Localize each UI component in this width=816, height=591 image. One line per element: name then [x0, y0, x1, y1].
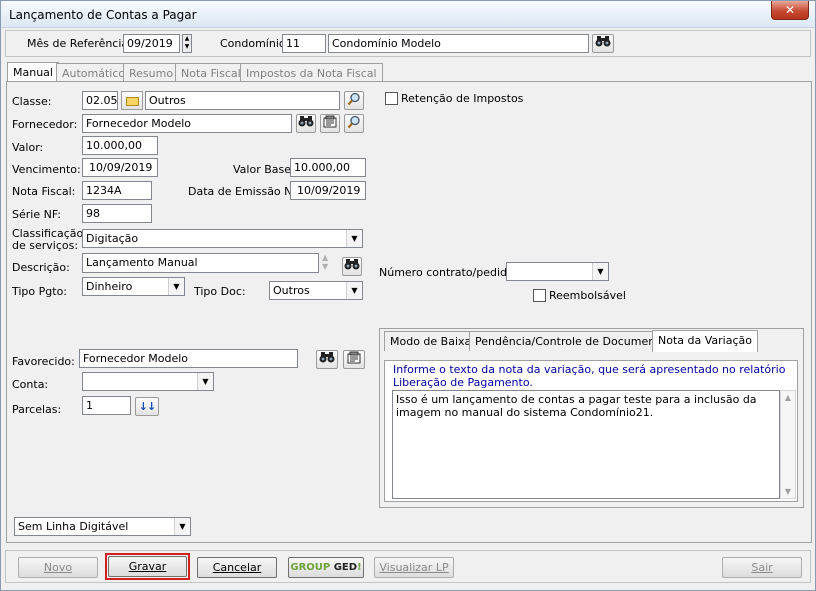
- tab-pendencia-controle[interactable]: Pendência/Controle de Documentos: [469, 331, 678, 351]
- descricao-scroll-icon[interactable]: ▲ ▼: [322, 253, 328, 271]
- fornecedor-input[interactable]: Fornecedor Modelo: [82, 114, 292, 133]
- tipo-pgto-label: Tipo Pgto:: [12, 285, 68, 298]
- fornecedor-magnifier-icon[interactable]: [344, 114, 364, 133]
- scroll-down-icon[interactable]: ▼: [781, 487, 795, 496]
- condominio-label: Condomínio:: [220, 37, 290, 50]
- tipo-pgto-select[interactable]: Dinheiro ▼: [82, 277, 185, 296]
- mes-referencia-spinner[interactable]: ▲ ▼: [182, 34, 192, 53]
- classe-name-input[interactable]: Outros: [145, 91, 340, 110]
- valor-base-input[interactable]: 10.000,00: [290, 158, 366, 177]
- tab-nota-fiscal[interactable]: Nota Fiscal: [175, 63, 247, 83]
- chevron-down-icon: ▼: [197, 373, 213, 390]
- linha-digitavel-value: Sem Linha Digitável: [18, 520, 129, 533]
- serie-nf-input[interactable]: 98: [82, 204, 152, 223]
- register-card-icon[interactable]: [320, 114, 340, 133]
- chevron-down-icon: ▼: [168, 278, 184, 295]
- group-ged-text-1: GROUP: [290, 562, 331, 573]
- window-title: Lançamento de Contas a Pagar: [9, 8, 197, 22]
- classificacao-value: Digitação: [86, 232, 139, 245]
- classificacao-label-line2: de serviços:: [12, 239, 79, 252]
- nota-variacao-hint: Informe o texto da nota da variação, que…: [393, 363, 786, 389]
- chevron-down-icon: ▼: [174, 518, 190, 535]
- gravar-highlight: [105, 553, 190, 580]
- valor-label: Valor:: [12, 141, 44, 154]
- tab-manual[interactable]: Manual: [7, 62, 59, 83]
- parcelas-input[interactable]: 1: [82, 396, 131, 415]
- cancelar-label: Cancelar: [212, 561, 262, 574]
- serie-nf-label: Série NF:: [12, 208, 62, 221]
- chevron-down-icon: ▼: [346, 230, 362, 247]
- classe-label: Classe:: [12, 95, 52, 108]
- cancelar-button[interactable]: Cancelar: [197, 557, 277, 578]
- conta-label: Conta:: [12, 378, 49, 391]
- chevron-down-icon: ▼: [346, 282, 362, 299]
- descricao-label: Descrição:: [12, 261, 70, 274]
- mes-referencia-label: Mês de Referência:: [27, 37, 132, 50]
- reembolsavel-label: Reembolsável: [549, 289, 626, 302]
- title-bar: Lançamento de Contas a Pagar ✕: [1, 1, 815, 28]
- group-ged-text-2: GED: [333, 562, 358, 573]
- vencimento-input[interactable]: 10/09/2019: [82, 158, 158, 177]
- favorecido-register-card-icon[interactable]: [343, 350, 365, 369]
- valor-base-label: Valor Base:: [233, 163, 295, 176]
- descricao-binoculars-icon[interactable]: [342, 257, 362, 276]
- retencao-checkbox[interactable]: [385, 92, 398, 105]
- data-emissao-label: Data de Emissão NF:: [188, 185, 302, 198]
- group-ged-text-3: !: [357, 562, 362, 573]
- tipo-doc-value: Outros: [273, 284, 310, 297]
- conta-select[interactable]: ▼: [82, 372, 214, 391]
- vencimento-label: Vencimento:: [12, 163, 81, 176]
- novo-label: Novo: [43, 561, 73, 574]
- data-emissao-input[interactable]: 10/09/2019: [290, 181, 366, 200]
- tab-nota-da-variacao[interactable]: Nota da Variação: [652, 330, 758, 352]
- classe-code-input[interactable]: 02.05: [82, 91, 118, 110]
- favorecido-label: Favorecido:: [12, 355, 75, 368]
- tab-resumo[interactable]: Resumo: [123, 63, 180, 83]
- magnifier-icon[interactable]: [344, 91, 364, 110]
- nota-variacao-textarea[interactable]: Isso é um lançamento de contas a pagar t…: [392, 390, 780, 499]
- binoculars-icon[interactable]: [592, 34, 614, 53]
- scroll-up-icon[interactable]: ▲: [781, 393, 795, 402]
- fornecedor-binoculars-icon[interactable]: [296, 114, 316, 133]
- visualizar-lp-button[interactable]: Visualizar LP: [374, 557, 454, 578]
- contrato-select[interactable]: ▼: [506, 262, 609, 281]
- nota-fiscal-input[interactable]: 1234A: [82, 181, 152, 200]
- sair-label: Sair: [751, 561, 773, 574]
- descricao-input[interactable]: Lançamento Manual: [82, 253, 319, 273]
- parcelas-label: Parcelas:: [12, 403, 62, 416]
- visualizar-lp-label: Visualizar LP: [379, 561, 449, 574]
- contrato-label: Número contrato/pedido:: [379, 266, 518, 279]
- tab-modo-de-baixa[interactable]: Modo de Baixa: [384, 331, 478, 351]
- tipo-doc-label: Tipo Doc:: [194, 285, 246, 298]
- double-arrow-down-icon[interactable]: ↓↓: [135, 397, 159, 416]
- tipo-doc-select[interactable]: Outros ▼: [269, 281, 363, 300]
- favorecido-binoculars-icon[interactable]: [316, 350, 338, 369]
- reembolsavel-checkbox[interactable]: [533, 289, 546, 302]
- chevron-down-icon: ▼: [592, 263, 608, 280]
- folder-icon[interactable]: [121, 91, 143, 110]
- linha-digitavel-select[interactable]: Sem Linha Digitável ▼: [14, 517, 191, 536]
- retencao-label: Retenção de Impostos: [401, 92, 524, 105]
- group-ged-button[interactable]: GROUP GED!: [288, 557, 364, 578]
- valor-input[interactable]: 10.000,00: [82, 136, 158, 155]
- condominio-code-input[interactable]: 11: [282, 34, 326, 53]
- sair-button[interactable]: Sair: [722, 557, 802, 578]
- favorecido-input[interactable]: Fornecedor Modelo: [79, 349, 298, 368]
- tab-automatico[interactable]: Automático: [56, 63, 132, 83]
- tipo-pgto-value: Dinheiro: [86, 280, 133, 293]
- condominio-name-input[interactable]: Condomínio Modelo: [328, 34, 589, 53]
- tab-impostos-nota-fiscal[interactable]: Impostos da Nota Fiscal: [240, 63, 383, 83]
- main-window: Lançamento de Contas a Pagar ✕ Mês de Re…: [0, 0, 816, 591]
- nota-fiscal-label: Nota Fiscal:: [12, 185, 76, 198]
- novo-button[interactable]: Novo: [18, 557, 98, 578]
- close-button[interactable]: ✕: [771, 1, 809, 20]
- fornecedor-label: Fornecedor:: [12, 118, 78, 131]
- nota-variacao-scrollbar[interactable]: ▲ ▼: [780, 390, 796, 499]
- classificacao-select[interactable]: Digitação ▼: [82, 229, 363, 248]
- mes-referencia-input[interactable]: 09/2019: [123, 34, 180, 53]
